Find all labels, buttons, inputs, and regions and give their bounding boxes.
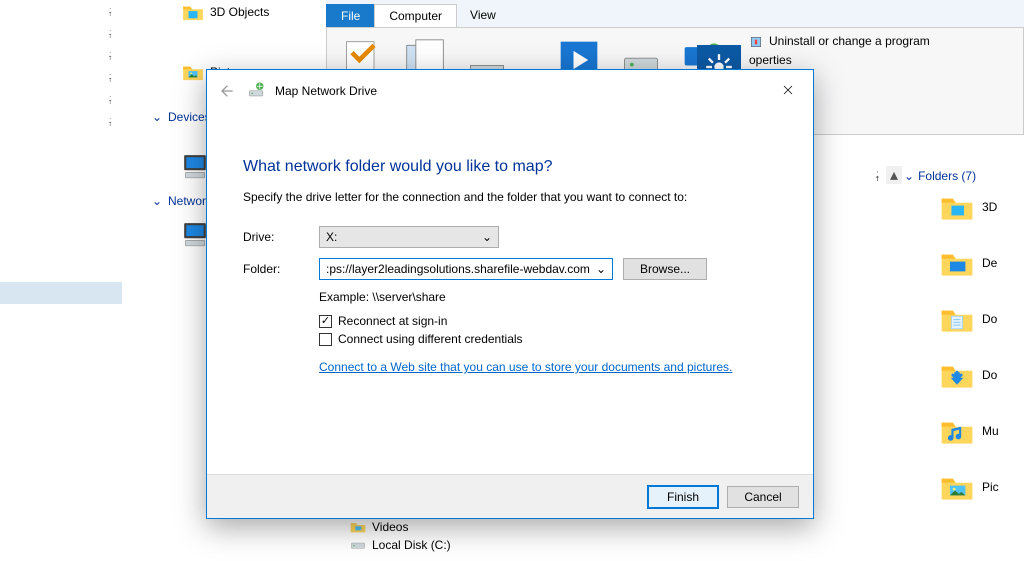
diffcred-label: Connect using different credentials: [338, 332, 523, 346]
pin-icon: [104, 72, 114, 82]
drive-select[interactable]: X: ⌄: [319, 226, 499, 248]
dialog-footer: Finish Cancel: [207, 474, 813, 518]
network-drive-icon: [247, 81, 265, 102]
close-button[interactable]: [767, 76, 809, 104]
folder-downloads[interactable]: Do: [940, 361, 1024, 389]
folder-icon: [182, 3, 204, 21]
sidebar-item-label: 3D Objects: [210, 5, 269, 19]
chevron-down-icon: ⌄: [596, 262, 606, 276]
properties-frag: operties: [749, 51, 792, 70]
nav-tree-tail: Videos Local Disk (C:): [350, 518, 451, 554]
chevron-down-icon: ⌄: [152, 110, 162, 124]
cancel-button[interactable]: Cancel: [727, 486, 799, 508]
folders-panel: ⌄Folders (7) 3D De Do Do Mu Pic: [904, 165, 1024, 529]
back-button[interactable]: [215, 80, 237, 102]
scroll-up-button[interactable]: ▴: [886, 166, 902, 184]
nav-localdisk[interactable]: Local Disk (C:): [350, 536, 451, 554]
folder-icon: [182, 63, 204, 81]
uninstall-icon: [749, 35, 763, 49]
folder-music[interactable]: Mu: [940, 417, 1024, 445]
pin-icon[interactable]: [870, 168, 882, 186]
chevron-down-icon: ⌄: [152, 194, 162, 208]
folder-documents[interactable]: Do: [940, 305, 1024, 333]
pin-icon: [104, 50, 114, 60]
sidebar-3d-objects[interactable]: 3D Objects: [130, 0, 325, 24]
connect-website-link[interactable]: Connect to a Web site that you can use t…: [319, 360, 732, 374]
device-thumb-1: [182, 152, 208, 187]
finish-button[interactable]: Finish: [647, 485, 719, 509]
devices-label: Devices: [168, 110, 211, 124]
dialog-instruction: Specify the drive letter for the connect…: [243, 190, 777, 204]
pin-icon: [104, 28, 114, 38]
folder-3d[interactable]: 3D: [940, 193, 1024, 221]
folder-value: :ps://layer2leadingsolutions.sharefile-w…: [326, 262, 590, 276]
checkbox-icon: [319, 333, 332, 346]
checkbox-icon: ✓: [319, 315, 332, 328]
tab-view[interactable]: View: [456, 4, 510, 28]
folder-desktop[interactable]: De: [940, 249, 1024, 277]
folder-pictures[interactable]: Pic: [940, 473, 1024, 501]
different-credentials-checkbox[interactable]: Connect using different credentials: [319, 332, 777, 346]
nav-videos[interactable]: Videos: [350, 518, 451, 536]
quick-access-pins: [0, 0, 122, 561]
browse-button[interactable]: Browse...: [623, 258, 707, 280]
reconnect-label: Reconnect at sign-in: [338, 314, 447, 328]
pin-icon: [104, 6, 114, 16]
chevron-down-icon: ⌄: [482, 230, 492, 244]
folder-label: Folder:: [243, 262, 319, 276]
folders-header[interactable]: ⌄Folders (7): [904, 165, 1024, 193]
reconnect-checkbox[interactable]: ✓ Reconnect at sign-in: [319, 314, 777, 328]
chevron-down-icon: ⌄: [904, 169, 914, 183]
uninstall-label[interactable]: Uninstall or change a program: [769, 32, 930, 51]
pin-icon: [104, 116, 114, 126]
pin-icon: [104, 94, 114, 104]
dialog-heading: What network folder would you like to ma…: [243, 158, 777, 176]
tab-file[interactable]: File: [326, 4, 375, 28]
device-thumb-2: [182, 220, 208, 255]
drive-label: Drive:: [243, 230, 319, 244]
drive-value: X:: [326, 230, 337, 244]
map-network-drive-dialog: Map Network Drive What network folder wo…: [206, 69, 814, 519]
example-text: Example: \\server\share: [319, 290, 777, 304]
tab-computer[interactable]: Computer: [374, 4, 457, 28]
dialog-title: Map Network Drive: [275, 84, 377, 98]
folder-combobox[interactable]: :ps://layer2leadingsolutions.sharefile-w…: [319, 258, 613, 280]
